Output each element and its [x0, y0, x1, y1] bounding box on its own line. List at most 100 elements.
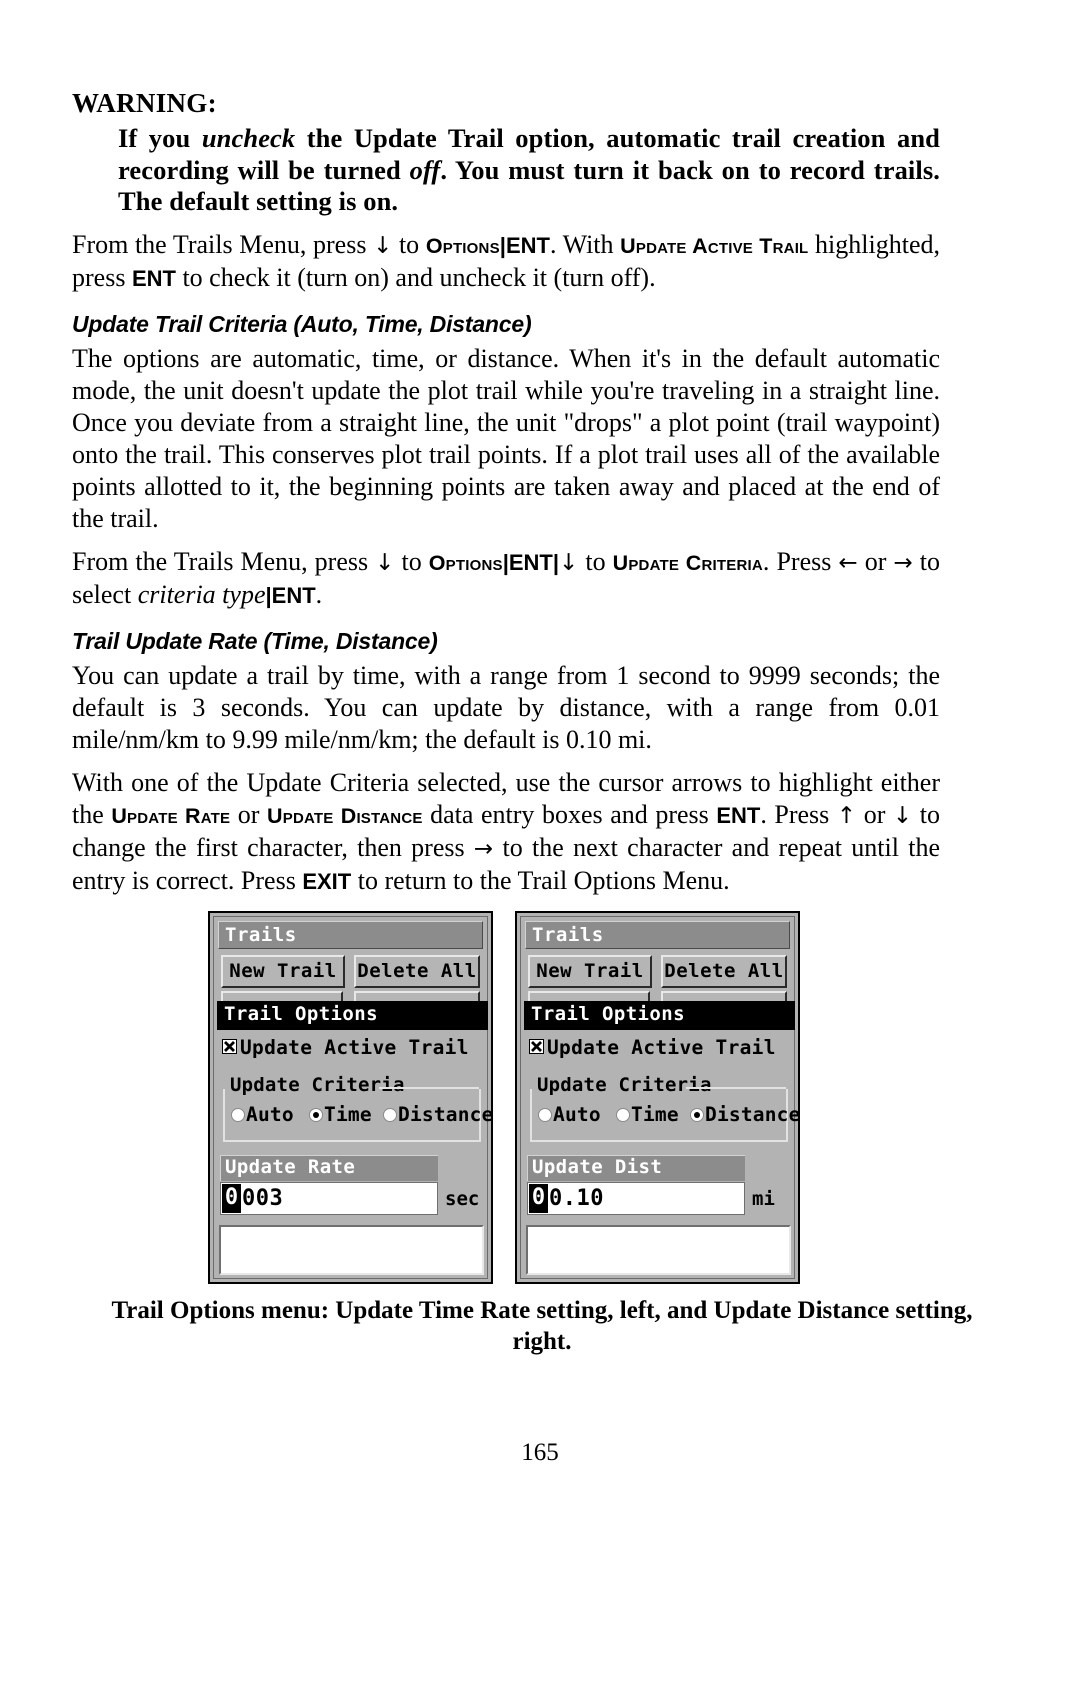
update-active-trail-label-right: Update Active Trail: [547, 1036, 776, 1059]
gps-screenshot-right: Trails New Trail Delete All Trail Option…: [515, 911, 800, 1284]
menu-update-active-trail: Update Active Trail: [620, 233, 809, 258]
p5-text-e: or: [856, 799, 893, 829]
radio-dot-auto-right: [538, 1108, 552, 1122]
update-rate-entry-left[interactable]: 0 003: [220, 1182, 438, 1215]
key-ent-2: ENT: [131, 265, 176, 291]
p3-criteria-type: criteria type: [137, 579, 266, 609]
trails-title-left: Trails: [225, 924, 297, 946]
key-exit: EXIT: [302, 868, 352, 894]
p5-text-d: . Press: [760, 799, 837, 829]
criteria-radio-group-left: Auto Time Distance: [229, 1103, 493, 1129]
paragraph-trails-menu-1: From the Trails Menu, press ↓ to Options…: [72, 229, 940, 295]
p1-text-c: . With: [549, 229, 621, 259]
down-arrow-icon-3: ↓: [559, 549, 579, 576]
p3-text-c: to: [578, 546, 613, 576]
radio-dot-time-right: [616, 1108, 630, 1122]
p3-text-e: or: [857, 546, 894, 576]
update-active-trail-checkbox-left[interactable]: [222, 1039, 237, 1054]
document-page: WARNING: If you uncheck the Update Trail…: [0, 0, 1080, 1682]
menu-update-rate: Update Rate: [111, 803, 231, 828]
lcd-screen-right: Trails New Trail Delete All Trail Option…: [520, 916, 800, 1279]
p1-text-e: to check it (turn on) and uncheck it (tu…: [175, 262, 656, 292]
update-dist-entry-right[interactable]: 0 0.10: [527, 1182, 745, 1215]
radio-label-distance-left: Distance: [398, 1103, 494, 1126]
p5-text-h: to return to the Trail Options Menu.: [351, 865, 730, 895]
warning-emph-uncheck: uncheck: [201, 123, 296, 153]
update-dist-header-right: Update Dist: [527, 1155, 745, 1181]
gps-screenshot-figure: Trails New Trail Delete All Trail Option…: [208, 911, 808, 1286]
radio-label-auto-left: Auto: [246, 1103, 294, 1126]
figure-caption: Trail Options menu: Update Time Rate set…: [111, 1297, 973, 1355]
down-arrow-icon-4: ↓: [892, 802, 913, 829]
radio-dot-time-left: [309, 1108, 323, 1122]
update-dist-unit-right: mi: [752, 1188, 775, 1210]
page-content: WARNING: If you uncheck the Update Trail…: [72, 88, 940, 898]
p5-text-c: data entry boxes and press: [422, 799, 717, 829]
paragraph-data-entry-instructions: With one of the Update Criteria selected…: [72, 767, 940, 898]
radio-label-time-left: Time: [324, 1103, 372, 1126]
lcd-blank-panel-right: [526, 1225, 791, 1275]
p3-text-d: . Press: [762, 546, 839, 576]
update-rate-highlighted-char-left: 0: [222, 1184, 241, 1213]
p1-text-b: to: [392, 229, 426, 259]
delete-all-button-right[interactable]: Delete All: [661, 955, 787, 988]
heading-trail-update-rate: Trail Update Rate (Time, Distance): [72, 627, 438, 654]
radio-dot-distance-left: [383, 1108, 397, 1122]
update-rate-header-label-left: Update Rate: [225, 1156, 356, 1178]
radio-label-time-right: Time: [631, 1103, 679, 1126]
paragraph-trails-menu-2: From the Trails Menu, press ↓ to Options…: [72, 546, 940, 612]
trail-options-header-left: Trail Options: [217, 1001, 488, 1030]
update-rate-unit-left: sec: [445, 1188, 480, 1210]
delete-all-button-left[interactable]: Delete All: [354, 955, 480, 988]
trail-options-label-right: Trail Options: [531, 1003, 685, 1025]
fieldset-topline-right: [686, 1087, 786, 1089]
key-ent: ENT: [505, 232, 550, 258]
warning-body: If you uncheck the Update Trail option, …: [118, 123, 940, 218]
warning-heading: WARNING:: [72, 88, 217, 118]
radio-label-auto-right: Auto: [553, 1103, 601, 1126]
menu-update-distance: Update Distance: [267, 803, 423, 828]
warning-emph-off: off: [409, 154, 441, 185]
new-trail-button-right[interactable]: New Trail: [528, 955, 652, 988]
fieldset-topline-left: [379, 1087, 479, 1089]
update-active-trail-checkbox-right[interactable]: [529, 1039, 544, 1054]
p1-text-a: From the Trails Menu, press: [72, 229, 374, 259]
trails-titlebar-right: Trails: [525, 921, 790, 949]
update-dist-value-right: 0.10: [549, 1186, 604, 1211]
trails-title-right: Trails: [532, 924, 604, 946]
radio-dot-auto-left: [231, 1108, 245, 1122]
update-criteria-legend-right: Update Criteria: [535, 1074, 716, 1096]
key-options-2: Options: [428, 550, 503, 575]
trails-button-row-right: New Trail Delete All: [527, 955, 789, 989]
radio-dot-distance-right: [690, 1108, 704, 1122]
update-rate-value-left: 003: [242, 1186, 284, 1211]
paragraph-update-rate-description: You can update a trail by time, with a r…: [72, 660, 940, 754]
trails-titlebar-left: Trails: [218, 921, 483, 949]
new-trail-button-left[interactable]: New Trail: [221, 955, 345, 988]
update-criteria-fieldset-left: Update Criteria Auto Time Distance: [223, 1074, 493, 1142]
update-dist-header-label-right: Update Dist: [532, 1156, 663, 1178]
left-arrow-icon: ←: [838, 549, 858, 576]
criteria-radio-group-right: Auto Time Distance: [536, 1103, 800, 1129]
key-ent-5: ENT: [716, 802, 761, 828]
down-arrow-icon-2: ↓: [375, 549, 395, 576]
key-ent-3: ENT: [508, 549, 553, 575]
update-criteria-fieldset-right: Update Criteria Auto Time Distance: [530, 1074, 800, 1142]
p3-text-g: .: [315, 579, 323, 609]
update-active-trail-label-left: Update Active Trail: [240, 1036, 469, 1059]
p5-text-b: or: [230, 799, 268, 829]
update-dist-highlighted-char-right: 0: [529, 1184, 548, 1213]
trails-button-row-left: New Trail Delete All: [220, 955, 482, 989]
page-number: 165: [521, 1439, 559, 1466]
menu-update-criteria: Update Criteria: [612, 550, 763, 575]
update-rate-header-left: Update Rate: [220, 1155, 438, 1181]
paragraph-criteria-description: The options are automatic, time, or dist…: [72, 343, 940, 533]
key-options: Options: [425, 233, 500, 258]
lcd-screen-left: Trails New Trail Delete All Trail Option…: [213, 916, 493, 1279]
p3-text-a: From the Trails Menu, press: [72, 546, 376, 576]
trail-options-label-left: Trail Options: [224, 1003, 378, 1025]
radio-label-distance-right: Distance: [705, 1103, 801, 1126]
heading-update-trail-criteria: Update Trail Criteria (Auto, Time, Dista…: [72, 310, 532, 337]
gps-screenshot-left: Trails New Trail Delete All Trail Option…: [208, 911, 493, 1284]
right-arrow-icon: →: [893, 549, 913, 576]
